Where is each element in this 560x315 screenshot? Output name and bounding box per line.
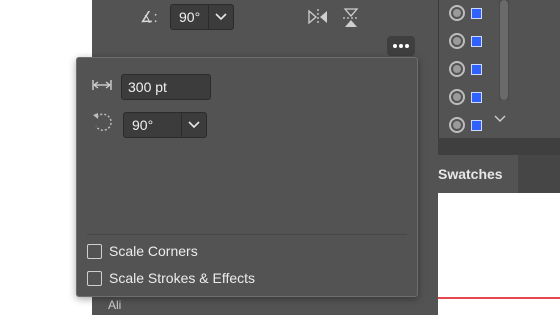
selection-square-icon[interactable] xyxy=(471,63,482,75)
angle-icon: ∡: xyxy=(140,9,158,26)
rotate-value[interactable]: 90° xyxy=(124,112,182,137)
width-field[interactable]: 300 pt xyxy=(121,74,211,100)
more-icon-dot xyxy=(405,44,409,48)
more-icon-dot xyxy=(399,44,403,48)
scale-strokes-checkbox[interactable] xyxy=(87,270,102,286)
layer-row[interactable] xyxy=(449,86,482,108)
chevron-down-icon[interactable] xyxy=(182,113,206,137)
layer-row[interactable] xyxy=(449,30,482,52)
layer-row[interactable] xyxy=(449,114,482,136)
panel-tab-strip xyxy=(438,138,560,155)
target-circle-icon[interactable] xyxy=(449,89,465,105)
rotate-icon xyxy=(91,110,115,139)
layer-row[interactable] xyxy=(449,58,482,80)
more-options-button[interactable] xyxy=(387,36,415,56)
scale-corners-option[interactable]: Scale Corners xyxy=(87,243,198,259)
divider xyxy=(87,234,407,235)
layers-scrollbar[interactable] xyxy=(499,0,509,100)
scale-strokes-label[interactable]: Scale Strokes & Effects xyxy=(109,270,255,286)
width-row: 300 pt xyxy=(91,74,211,100)
target-circle-icon[interactable] xyxy=(449,33,465,49)
scale-corners-label[interactable]: Scale Corners xyxy=(109,243,198,259)
chevron-down-icon[interactable] xyxy=(209,5,233,29)
layers-panel xyxy=(438,0,560,138)
target-circle-icon[interactable] xyxy=(449,117,465,133)
selection-square-icon[interactable] xyxy=(471,91,482,103)
width-icon xyxy=(91,78,113,97)
rotate-angle-dropdown[interactable]: 90° xyxy=(170,4,235,30)
scroll-down-icon[interactable] xyxy=(494,110,506,128)
target-circle-icon[interactable] xyxy=(449,61,465,77)
layer-row[interactable] xyxy=(449,2,482,24)
rotate-row: 90° xyxy=(91,110,207,139)
flip-horizontal-icon[interactable] xyxy=(307,8,329,31)
selection-square-icon[interactable] xyxy=(471,119,482,131)
selection-square-icon[interactable] xyxy=(471,7,482,19)
guide-line xyxy=(438,297,560,299)
rotate-angle-value[interactable]: 90° xyxy=(171,5,210,29)
target-circle-icon[interactable] xyxy=(449,5,465,21)
tab-bar-empty xyxy=(518,155,560,193)
flip-vertical-icon[interactable] xyxy=(342,7,360,34)
tab-swatches[interactable]: Swatches xyxy=(438,155,518,193)
more-icon-dot xyxy=(393,44,397,48)
selection-square-icon[interactable] xyxy=(471,35,482,47)
scale-options-popup: 300 pt 90° Scale Corners Scale Strokes &… xyxy=(76,57,418,297)
align-section-label: Ali xyxy=(108,298,122,312)
scale-strokes-option[interactable]: Scale Strokes & Effects xyxy=(87,270,255,286)
rotate-dropdown[interactable]: 90° xyxy=(123,111,207,138)
scale-corners-checkbox[interactable] xyxy=(87,243,102,259)
rotate-row: ∡: 90° xyxy=(140,4,235,30)
scrollbar-thumb[interactable] xyxy=(500,0,508,100)
